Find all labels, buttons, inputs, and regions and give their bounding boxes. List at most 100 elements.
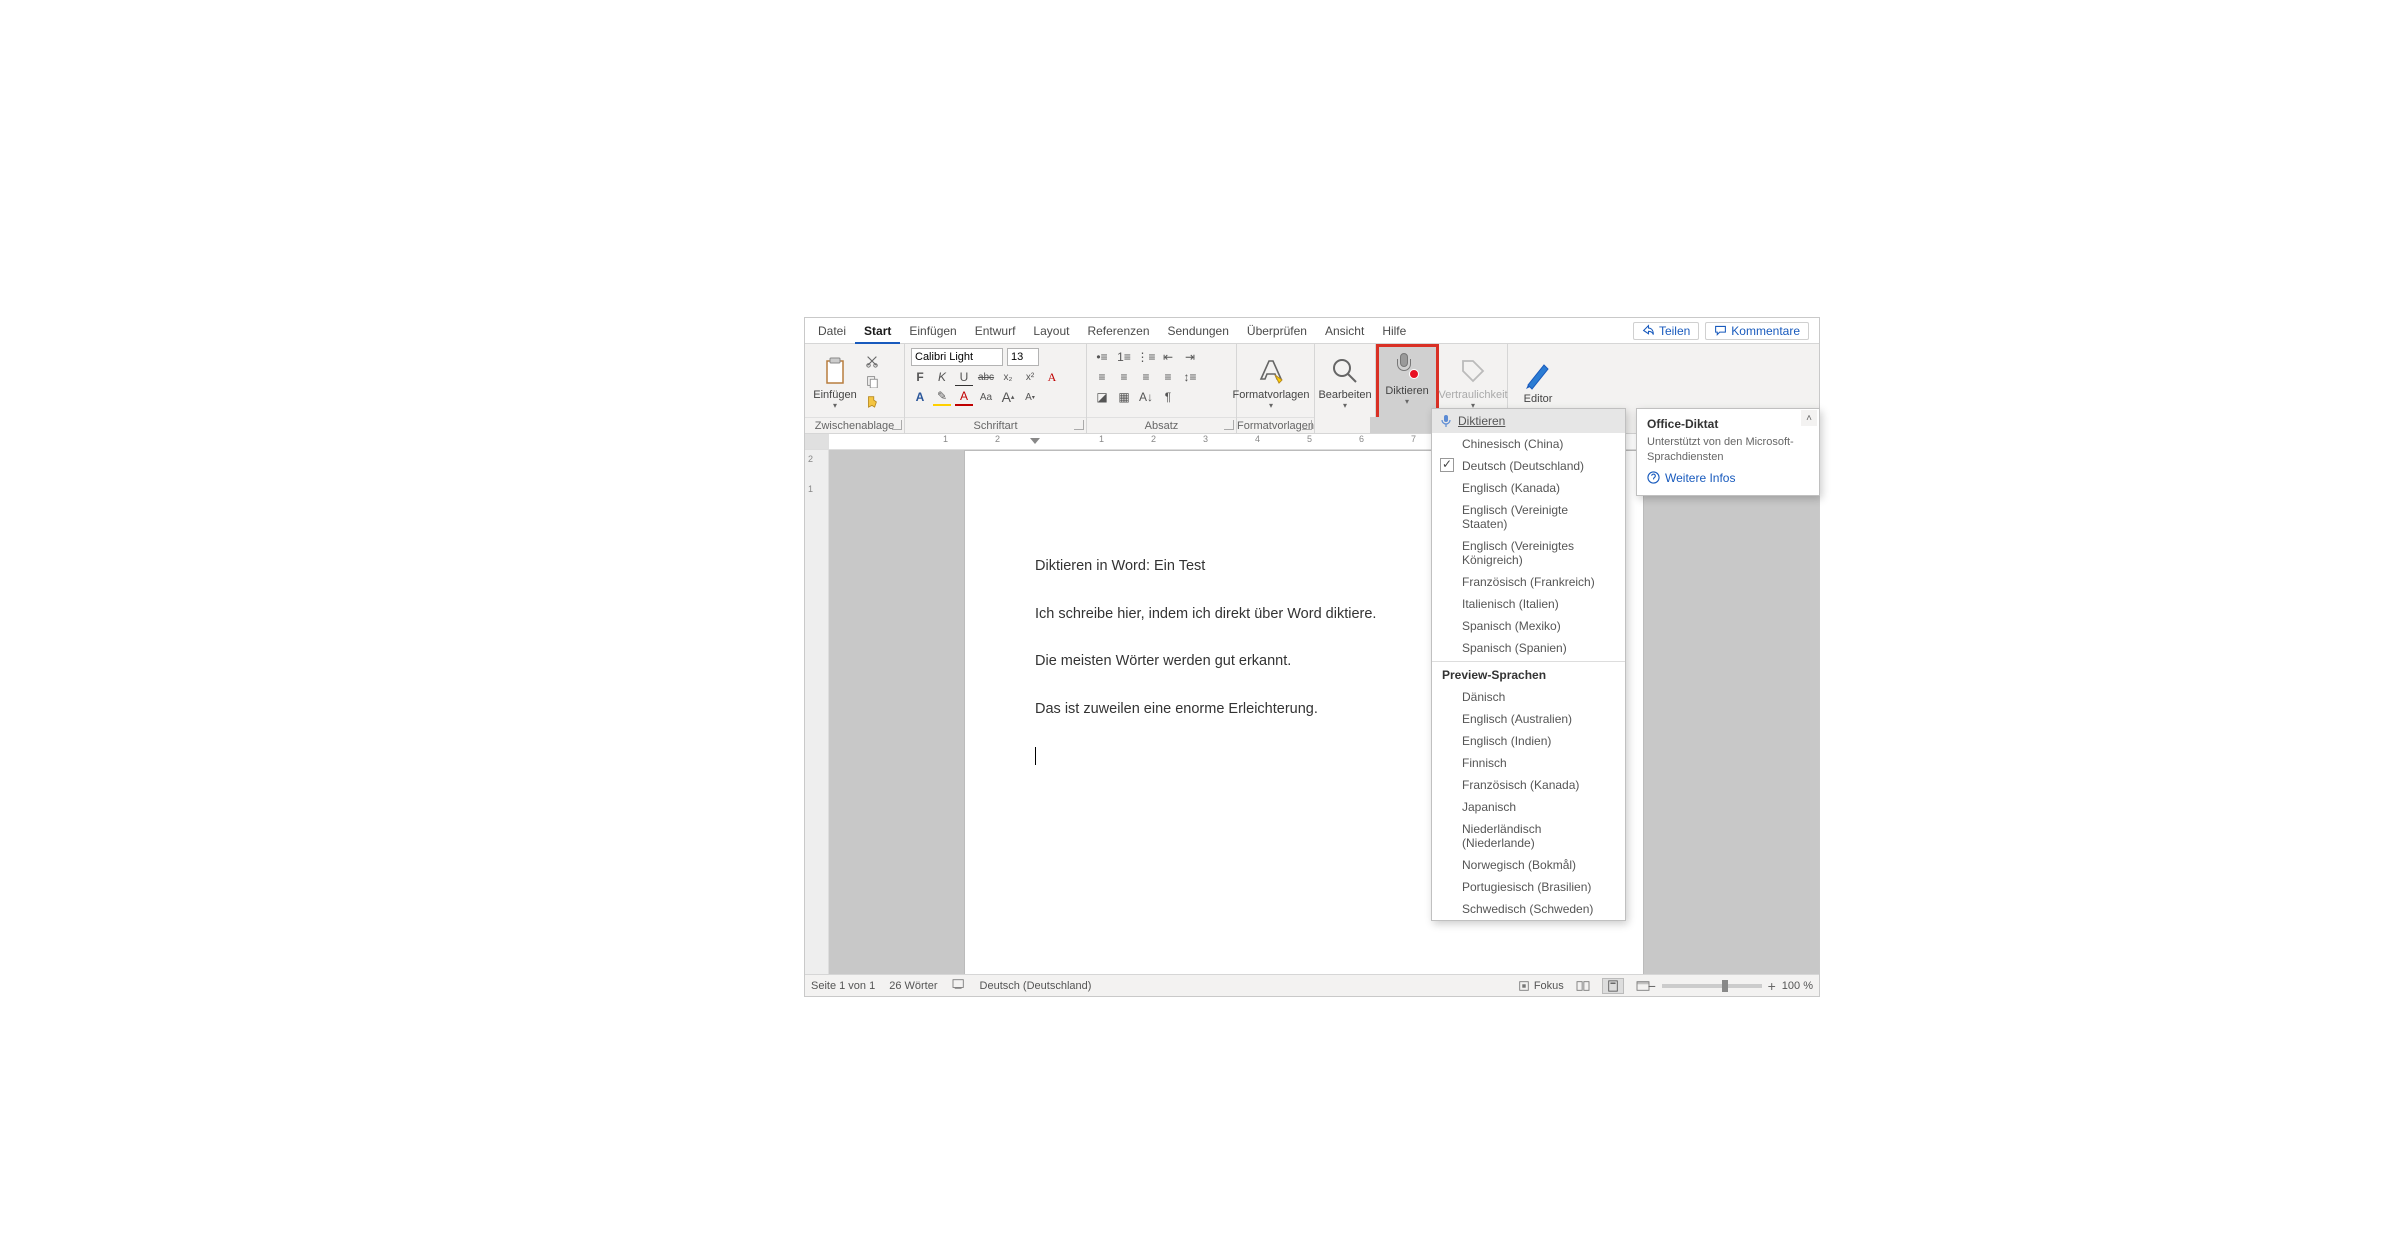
bullet-list-button[interactable]: •≡ — [1093, 348, 1111, 366]
styles-launcher[interactable] — [1302, 420, 1312, 430]
view-print-button[interactable] — [1602, 978, 1624, 994]
indent-marker[interactable] — [1030, 438, 1040, 448]
font-launcher[interactable] — [1074, 420, 1084, 430]
tab-einfuegen[interactable]: Einfügen — [900, 318, 965, 344]
sort-button[interactable]: A↓ — [1137, 388, 1155, 406]
language-option[interactable]: Englisch (Vereinigte Staaten) — [1432, 499, 1625, 535]
group-font: F K U abc x₂ x² A A ✎ A Aa A▴ A▾ Schrift — [905, 344, 1087, 433]
clear-formatting-button[interactable]: A — [1043, 368, 1061, 386]
dictate-button[interactable]: Diktieren▾ — [1376, 344, 1438, 412]
shading-button[interactable]: ◪ — [1093, 388, 1111, 406]
comments-button[interactable]: Kommentare — [1705, 322, 1809, 340]
superscript-button[interactable]: x² — [1021, 368, 1039, 386]
preview-language-option[interactable]: Portugiesisch (Brasilien) — [1432, 876, 1625, 898]
text-cursor — [1035, 747, 1036, 765]
tab-hilfe[interactable]: Hilfe — [1373, 318, 1415, 344]
italic-button[interactable]: K — [933, 368, 951, 386]
language-option[interactable]: Chinesisch (China) — [1432, 433, 1625, 455]
increase-indent-button[interactable]: ⇥ — [1181, 348, 1199, 366]
document-area: 2 1 Diktieren in Word: Ein Test Ich schr… — [805, 450, 1819, 974]
editor-button[interactable]: Editor — [1514, 348, 1562, 416]
preview-language-option[interactable]: Englisch (Indien) — [1432, 730, 1625, 752]
format-painter-button[interactable] — [863, 392, 881, 410]
share-button[interactable]: Teilen — [1633, 322, 1699, 340]
preview-language-option[interactable]: Japanisch — [1432, 796, 1625, 818]
cut-button[interactable] — [863, 352, 881, 370]
group-paragraph: •≡ 1≡ ⋮≡ ⇤ ⇥ ≡ ≡ ≡ ≡ ↕≡ ◪ ▦ A↓ ¶ — [1087, 344, 1237, 433]
language-option[interactable]: Spanisch (Spanien) — [1432, 637, 1625, 659]
tab-datei[interactable]: Datei — [809, 318, 855, 344]
borders-button[interactable]: ▦ — [1115, 388, 1133, 406]
text-effects-button[interactable]: A — [911, 388, 929, 406]
show-marks-button[interactable]: ¶ — [1159, 388, 1177, 406]
status-focus[interactable]: Fokus — [1518, 980, 1564, 992]
share-label: Teilen — [1659, 324, 1690, 338]
vertical-ruler[interactable]: 2 1 — [805, 450, 829, 974]
font-group-label: Schriftart — [973, 420, 1017, 432]
justify-button[interactable]: ≡ — [1159, 368, 1177, 386]
multilevel-list-button[interactable]: ⋮≡ — [1137, 348, 1155, 366]
editor-label: Editor — [1524, 393, 1553, 405]
decrease-indent-button[interactable]: ⇤ — [1159, 348, 1177, 366]
find-button[interactable]: Bearbeiten▾ — [1321, 348, 1369, 416]
line-spacing-button[interactable]: ↕≡ — [1181, 368, 1199, 386]
copy-button[interactable] — [863, 372, 881, 390]
preview-language-option[interactable]: Dänisch — [1432, 686, 1625, 708]
zoom-out-button[interactable]: − — [1648, 978, 1656, 994]
status-page[interactable]: Seite 1 von 1 — [811, 980, 875, 992]
underline-button[interactable]: U — [955, 368, 973, 386]
callout-more-info-link[interactable]: Weitere Infos — [1647, 471, 1809, 485]
font-color-button[interactable]: A — [955, 388, 973, 406]
tab-entwurf[interactable]: Entwurf — [966, 318, 1025, 344]
tab-sendungen[interactable]: Sendungen — [1159, 318, 1238, 344]
preview-language-option[interactable]: Finnisch — [1432, 752, 1625, 774]
preview-language-option[interactable]: Schwedisch (Schweden) — [1432, 898, 1625, 920]
status-language[interactable]: Deutsch (Deutschland) — [980, 980, 1092, 992]
align-right-button[interactable]: ≡ — [1137, 368, 1155, 386]
bold-button[interactable]: F — [911, 368, 929, 386]
shrink-font-button[interactable]: A▾ — [1021, 388, 1039, 406]
align-center-button[interactable]: ≡ — [1115, 368, 1133, 386]
strikethrough-button[interactable]: abc — [977, 368, 995, 386]
paste-button[interactable]: Einfügen ▾ — [811, 348, 859, 416]
scroll-up-button[interactable]: ˄ — [1801, 410, 1817, 426]
number-list-button[interactable]: 1≡ — [1115, 348, 1133, 366]
zoom-in-button[interactable]: + — [1768, 978, 1776, 994]
zoom-slider[interactable]: −+ — [1662, 984, 1762, 988]
paragraph-group-label: Absatz — [1145, 420, 1179, 432]
grow-font-button[interactable]: A▴ — [999, 388, 1017, 406]
preview-language-option[interactable]: Norwegisch (Bokmål) — [1432, 854, 1625, 876]
tab-referenzen[interactable]: Referenzen — [1078, 318, 1158, 344]
change-case-button[interactable]: Aa — [977, 388, 995, 406]
tag-icon — [1457, 355, 1489, 387]
tab-layout[interactable]: Layout — [1024, 318, 1078, 344]
office-dictate-callout: Office-Diktat Unterstützt von den Micros… — [1636, 408, 1820, 496]
preview-language-option[interactable]: Englisch (Australien) — [1432, 708, 1625, 730]
view-read-button[interactable] — [1572, 978, 1594, 994]
subscript-button[interactable]: x₂ — [999, 368, 1017, 386]
paste-label: Einfügen — [813, 389, 856, 401]
tab-ueberpruefen[interactable]: Überprüfen — [1238, 318, 1316, 344]
language-option[interactable]: Englisch (Kanada) — [1432, 477, 1625, 499]
language-option[interactable]: Französisch (Frankreich) — [1432, 571, 1625, 593]
comments-label: Kommentare — [1731, 324, 1800, 338]
status-word-count[interactable]: 26 Wörter — [889, 980, 937, 992]
preview-language-option[interactable]: Französisch (Kanada) — [1432, 774, 1625, 796]
dropdown-header[interactable]: Diktieren — [1432, 409, 1625, 433]
preview-language-option[interactable]: Niederländisch (Niederlande) — [1432, 818, 1625, 854]
language-option[interactable]: Deutsch (Deutschland) — [1432, 455, 1625, 477]
highlight-color-button[interactable]: ✎ — [933, 388, 951, 406]
status-spellcheck-icon[interactable] — [952, 978, 966, 993]
clipboard-launcher[interactable] — [892, 420, 902, 430]
styles-button[interactable]: Formatvorlagen▾ — [1243, 348, 1299, 416]
tab-start[interactable]: Start — [855, 318, 900, 344]
paragraph-launcher[interactable] — [1224, 420, 1234, 430]
language-option[interactable]: Englisch (Vereinigtes Königreich) — [1432, 535, 1625, 571]
language-option[interactable]: Spanisch (Mexiko) — [1432, 615, 1625, 637]
font-size-combobox[interactable] — [1007, 348, 1039, 366]
align-left-button[interactable]: ≡ — [1093, 368, 1111, 386]
zoom-percent[interactable]: 100 % — [1782, 980, 1813, 992]
tab-ansicht[interactable]: Ansicht — [1316, 318, 1373, 344]
font-name-combobox[interactable] — [911, 348, 1003, 366]
language-option[interactable]: Italienisch (Italien) — [1432, 593, 1625, 615]
